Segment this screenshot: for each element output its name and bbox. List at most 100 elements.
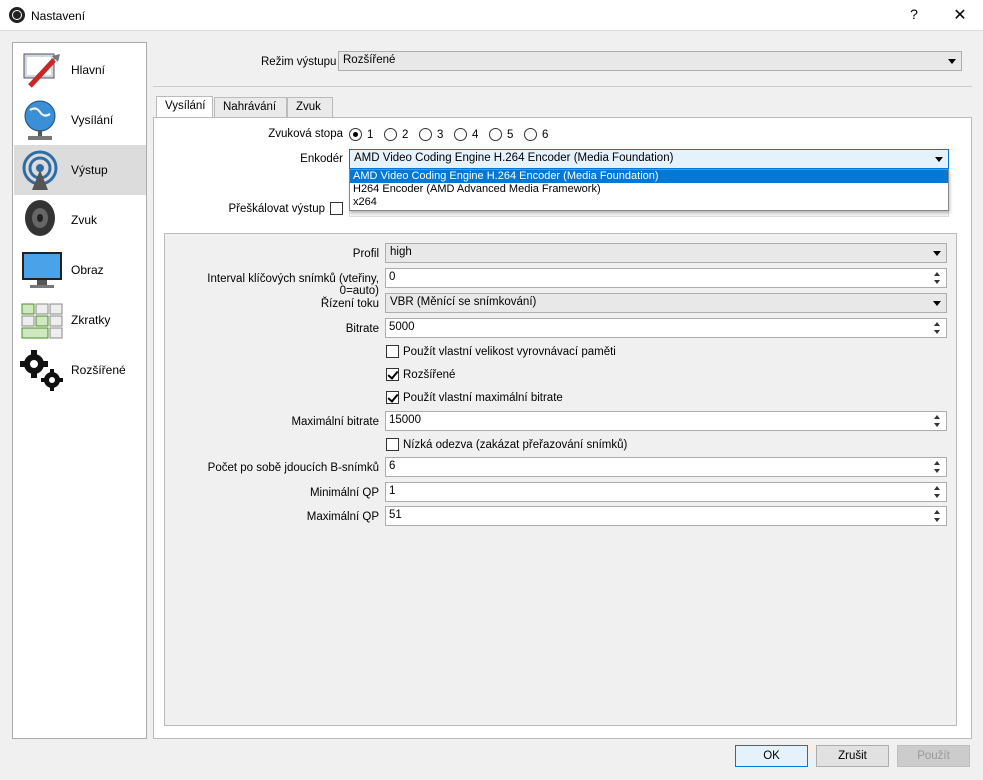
cancel-button[interactable]: Zrušit — [816, 745, 889, 767]
audio-track-radio-5[interactable] — [489, 128, 502, 141]
spin-arrows-icon[interactable] — [931, 459, 945, 475]
chevron-down-icon — [935, 157, 943, 162]
audio-track-radio-6[interactable] — [524, 128, 537, 141]
min-qp-value: 1 — [389, 485, 396, 497]
close-button[interactable]: ✕ — [948, 5, 972, 27]
output-mode-label: Režim výstupu — [261, 56, 337, 68]
audio-track-radio-3[interactable] — [419, 128, 432, 141]
gears-icon — [20, 350, 63, 391]
rate-control-label: Řízení toku — [320, 298, 379, 310]
encoder-label: Enkodér — [300, 153, 343, 165]
bframes-value: 6 — [389, 460, 396, 472]
audio-track-option-label: 1 — [367, 129, 374, 141]
custom-max-bitrate-label: Použít vlastní maximální bitrate — [403, 392, 563, 404]
keyint-label: Interval klíčových snímků (vteřiny, 0=au… — [207, 273, 379, 297]
main-panel: Režim výstupu Rozšířené Vysílání Nahrává… — [153, 42, 972, 739]
spin-arrows-icon[interactable] — [931, 484, 945, 500]
broadcast-globe-icon — [24, 100, 56, 140]
chevron-down-icon — [933, 251, 941, 256]
bframes-spinbox[interactable]: 6 — [385, 457, 947, 477]
max-bitrate-label: Maximální bitrate — [291, 416, 379, 428]
sidebar-item-label: Výstup — [71, 163, 108, 177]
audio-track-option-label: 6 — [542, 129, 549, 141]
spin-arrows-icon[interactable] — [931, 508, 945, 524]
audio-track-option-label: 4 — [472, 129, 479, 141]
sidebar-item-label: Vysílání — [71, 113, 114, 127]
chevron-down-icon — [948, 59, 956, 64]
sidebar-item-label: Zvuk — [71, 213, 98, 227]
bframes-label: Počet po sobě jdoucích B-snímků — [207, 462, 379, 474]
rescale-label: Přeškálovat výstup — [228, 203, 325, 215]
audio-track-radio-1[interactable] — [349, 128, 362, 141]
custom-buffer-checkbox[interactable] — [386, 345, 399, 358]
spin-arrows-icon[interactable] — [931, 320, 945, 336]
monitor-icon — [22, 252, 62, 288]
audio-track-option-label: 5 — [507, 129, 514, 141]
profile-label: Profil — [352, 248, 379, 260]
sidebar-item-video[interactable]: Obraz — [14, 245, 146, 295]
encoder-option-amd-amf[interactable]: H264 Encoder (AMD Advanced Media Framewo… — [350, 183, 948, 196]
speaker-icon — [25, 200, 55, 236]
audio-track-radio-4[interactable] — [454, 128, 467, 141]
audio-track-option-label: 2 — [402, 129, 409, 141]
max-qp-spinbox[interactable]: 51 — [385, 506, 947, 526]
custom-max-bitrate-checkbox[interactable] — [386, 391, 399, 404]
encoder-select[interactable]: AMD Video Coding Engine H.264 Encoder (M… — [349, 149, 949, 169]
rate-control-value: VBR (Měnící se snímkování) — [390, 296, 537, 308]
sidebar-item-label: Rozšířené — [71, 363, 126, 377]
output-mode-select[interactable]: Rozšířené — [338, 51, 962, 71]
window-title: Nastavení — [31, 9, 86, 23]
sidebar-item-label: Hlavní — [71, 63, 106, 77]
audio-track-radio-2[interactable] — [384, 128, 397, 141]
rate-control-select[interactable]: VBR (Měnící se snímkování) — [385, 293, 947, 313]
min-qp-spinbox[interactable]: 1 — [385, 482, 947, 502]
output-mode-value: Rozšířené — [343, 54, 396, 66]
max-bitrate-value: 15000 — [389, 414, 421, 426]
bitrate-value: 5000 — [389, 321, 415, 333]
spin-arrows-icon[interactable] — [931, 270, 945, 286]
max-bitrate-spinbox[interactable]: 15000 — [385, 411, 947, 431]
help-button[interactable]: ? — [904, 6, 924, 26]
sidebar-item-label: Obraz — [71, 263, 104, 277]
title-bar: Nastavení ? ✕ — [0, 0, 983, 31]
tab-recording[interactable]: Nahrávání — [214, 97, 287, 117]
advanced-label: Rozšířené — [403, 369, 456, 381]
low-latency-checkbox[interactable] — [386, 438, 399, 451]
sidebar-item-hotkeys[interactable]: Zkratky — [14, 295, 146, 345]
encoder-option-x264[interactable]: x264 — [350, 196, 948, 209]
encoder-dropdown-list: AMD Video Coding Engine H.264 Encoder (M… — [349, 169, 949, 211]
audio-track-label: Zvuková stopa — [268, 128, 343, 140]
audio-track-option-label: 3 — [437, 129, 444, 141]
sidebar-item-general[interactable]: Hlavní — [14, 45, 146, 95]
low-latency-label: Nízká odezva (zakázat přeřazování snímků… — [403, 439, 628, 451]
apply-button[interactable]: Použít — [897, 745, 970, 767]
sidebar-item-broadcast[interactable]: Vysílání — [14, 95, 146, 145]
sidebar-item-audio[interactable]: Zvuk — [14, 195, 146, 245]
advanced-checkbox[interactable] — [386, 368, 399, 381]
keyint-value: 0 — [389, 271, 396, 283]
custom-buffer-label: Použít vlastní velikost vyrovnávací pamě… — [403, 346, 616, 358]
divider — [153, 86, 972, 87]
bitrate-spinbox[interactable]: 5000 — [385, 318, 947, 338]
sidebar-item-label: Zkratky — [71, 313, 111, 327]
hotkeys-icon — [21, 303, 63, 339]
ok-button[interactable]: OK — [735, 745, 808, 767]
profile-value: high — [390, 246, 412, 258]
rescale-checkbox[interactable] — [330, 202, 343, 215]
general-icon — [23, 53, 60, 88]
sidebar-item-advanced[interactable]: Rozšířené — [14, 345, 146, 395]
max-qp-label: Maximální QP — [306, 511, 379, 523]
tab-streaming[interactable]: Vysílání — [156, 96, 213, 117]
min-qp-label: Minimální QP — [309, 487, 379, 499]
bitrate-label: Bitrate — [345, 323, 379, 335]
tab-audio[interactable]: Zvuk — [287, 97, 333, 117]
max-qp-value: 51 — [389, 509, 402, 521]
encoder-option-amd-vce[interactable]: AMD Video Coding Engine H.264 Encoder (M… — [350, 170, 948, 183]
spin-arrows-icon[interactable] — [931, 413, 945, 429]
chevron-down-icon — [933, 301, 941, 306]
settings-sidebar: Hlavní Vysílání Výstup Zvuk Obraz Zkratk… — [12, 42, 147, 739]
profile-select[interactable]: high — [385, 243, 947, 263]
sidebar-item-output[interactable]: Výstup — [14, 145, 146, 195]
keyint-spinbox[interactable]: 0 — [385, 268, 947, 288]
obs-logo-icon — [9, 7, 25, 23]
